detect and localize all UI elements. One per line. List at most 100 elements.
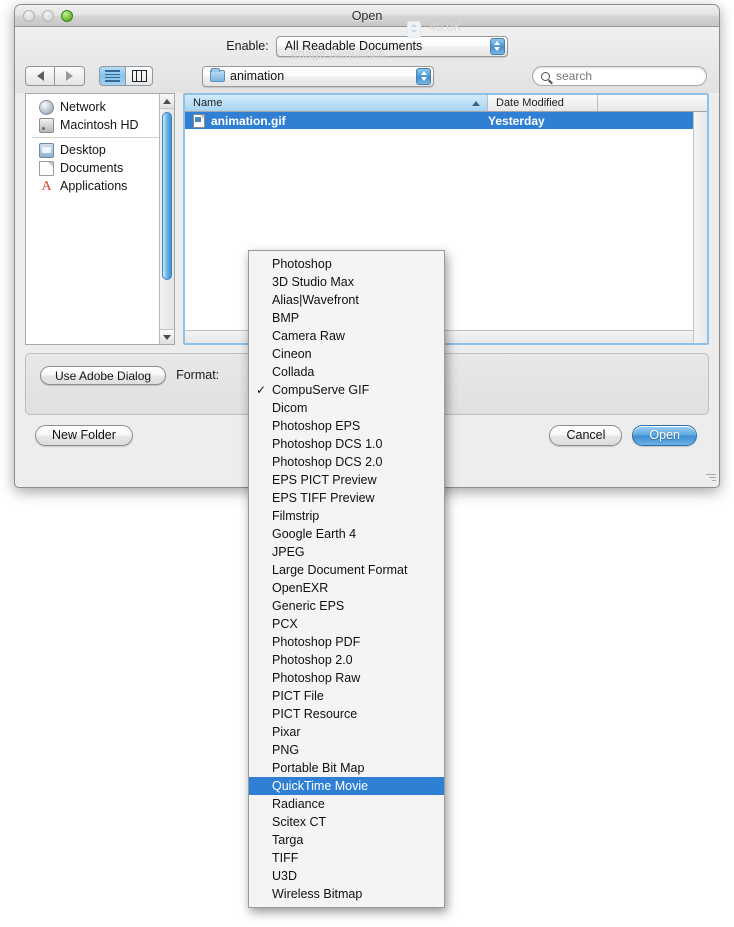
document-icon bbox=[39, 160, 54, 176]
path-popup-button[interactable]: animation bbox=[202, 65, 434, 87]
menu-item[interactable]: EPS TIFF Preview bbox=[249, 489, 444, 507]
menu-item[interactable]: Camera Raw bbox=[249, 327, 444, 345]
column-header-label: Date Modified bbox=[496, 97, 564, 109]
scroll-down-icon[interactable] bbox=[160, 329, 174, 344]
menu-item[interactable]: Radiance bbox=[249, 795, 444, 813]
format-dropdown-menu[interactable]: Photoshop 3D Studio Max Alias|Wavefront BMP… bbox=[248, 250, 445, 908]
menu-item[interactable]: Targa bbox=[249, 831, 444, 849]
menu-item[interactable]: Photoshop 2.0 bbox=[249, 651, 444, 669]
zoom-icon[interactable] bbox=[61, 10, 73, 22]
format-label: Format: bbox=[176, 368, 220, 382]
enable-label: Enable: bbox=[226, 39, 269, 53]
forward-button[interactable] bbox=[55, 66, 85, 86]
menu-item[interactable]: Photoshop bbox=[249, 255, 444, 273]
menu-item[interactable]: OpenEXR bbox=[249, 579, 444, 597]
menu-item[interactable]: Google Earth 4 bbox=[249, 525, 444, 543]
menu-item[interactable]: Photoshop PDF bbox=[249, 633, 444, 651]
chevron-updown-icon bbox=[416, 67, 431, 85]
menu-item[interactable]: PICT Resource bbox=[249, 705, 444, 723]
menu-item[interactable]: PCX bbox=[249, 615, 444, 633]
open-button[interactable]: Open bbox=[632, 425, 697, 446]
sidebar-item-label: Applications bbox=[60, 179, 128, 193]
sidebar-item-desktop[interactable]: Desktop bbox=[26, 141, 174, 159]
sidebar-scrollbar[interactable] bbox=[159, 94, 174, 344]
menu-item[interactable]: Cineon bbox=[249, 345, 444, 363]
resize-grip-icon[interactable] bbox=[703, 472, 716, 485]
menu-item[interactable]: PNG bbox=[249, 741, 444, 759]
new-folder-button[interactable]: New Folder bbox=[35, 425, 133, 446]
ghost-stepper-icon bbox=[407, 21, 421, 38]
screenshot-root: Open Enable: All Readable Documents anim… bbox=[0, 0, 734, 927]
menu-item[interactable]: CompuServe GIF bbox=[249, 381, 444, 399]
menu-item[interactable]: QuickTime Movie bbox=[249, 777, 444, 795]
network-globe-icon bbox=[39, 99, 54, 115]
search-field[interactable] bbox=[532, 66, 707, 86]
back-forward-segmented bbox=[25, 66, 85, 86]
column-header-name[interactable]: Name bbox=[185, 95, 488, 111]
navigation-row: animation bbox=[15, 63, 719, 89]
menu-item[interactable]: U3D bbox=[249, 867, 444, 885]
list-view-button[interactable] bbox=[99, 66, 126, 86]
scrollbar-thumb[interactable] bbox=[162, 112, 172, 280]
sidebar-item-network[interactable]: Network bbox=[26, 98, 174, 116]
menu-item[interactable]: Generic EPS bbox=[249, 597, 444, 615]
desktop-icon bbox=[39, 142, 54, 158]
scroll-up-icon[interactable] bbox=[160, 94, 174, 109]
menu-item[interactable]: Wireless Bitmap bbox=[249, 885, 444, 903]
places-sidebar[interactable]: Network Macintosh HD Desktop Documents A… bbox=[25, 93, 175, 345]
menu-item[interactable]: PICT File bbox=[249, 687, 444, 705]
menu-item[interactable]: Collada bbox=[249, 363, 444, 381]
menu-item[interactable]: Photoshop DCS 1.0 bbox=[249, 435, 444, 453]
column-header-date-modified[interactable]: Date Modified bbox=[488, 95, 598, 111]
column-view-button[interactable] bbox=[126, 66, 153, 86]
menu-item[interactable]: TIFF bbox=[249, 849, 444, 867]
sidebar-item-documents[interactable]: Documents bbox=[26, 159, 174, 177]
menu-item[interactable]: Large Document Format bbox=[249, 561, 444, 579]
file-name-label: animation.gif bbox=[211, 113, 286, 128]
folder-icon bbox=[210, 68, 225, 82]
menu-item[interactable]: Photoshop DCS 2.0 bbox=[249, 453, 444, 471]
sidebar-item-label: Documents bbox=[60, 161, 124, 175]
use-adobe-dialog-button[interactable]: Use Adobe Dialog bbox=[40, 366, 167, 385]
menu-item[interactable]: Portable Bit Map bbox=[249, 759, 444, 777]
menu-item[interactable]: Pixar bbox=[249, 723, 444, 741]
ghost-file-size: 40.0K bbox=[429, 20, 462, 34]
menu-item[interactable]: BMP bbox=[249, 309, 444, 327]
forward-arrow-icon bbox=[66, 71, 73, 81]
menu-item[interactable]: 3D Studio Max bbox=[249, 273, 444, 291]
menu-item[interactable]: Filmstrip bbox=[249, 507, 444, 525]
back-button[interactable] bbox=[25, 66, 55, 86]
menu-item[interactable]: Photoshop Raw bbox=[249, 669, 444, 687]
list-view-icon bbox=[105, 69, 120, 83]
menu-item[interactable]: Dicom bbox=[249, 399, 444, 417]
menu-item[interactable]: Photoshop EPS bbox=[249, 417, 444, 435]
menu-item[interactable]: JPEG bbox=[249, 543, 444, 561]
close-icon[interactable] bbox=[23, 10, 35, 22]
search-icon bbox=[541, 71, 550, 81]
file-list-header: Name Date Modified bbox=[185, 95, 707, 112]
applications-icon: A bbox=[41, 178, 52, 194]
column-view-icon bbox=[131, 70, 147, 82]
sidebar-item-applications[interactable]: A Applications bbox=[26, 177, 174, 195]
hard-disk-icon bbox=[39, 117, 54, 133]
back-arrow-icon bbox=[36, 71, 44, 81]
file-name-cell: animation.gif bbox=[185, 113, 488, 128]
sidebar-divider bbox=[32, 137, 168, 138]
view-mode-segmented bbox=[99, 66, 153, 86]
menu-item[interactable]: Scitex CT bbox=[249, 813, 444, 831]
menu-item[interactable]: EPS PICT Preview bbox=[249, 471, 444, 489]
menu-item[interactable]: Alias|Wavefront bbox=[249, 291, 444, 309]
gif-file-icon bbox=[193, 113, 205, 128]
sidebar-item-label: Network bbox=[60, 100, 106, 114]
minimize-icon[interactable] bbox=[42, 10, 54, 22]
file-date-cell: Yesterday bbox=[488, 113, 545, 128]
traffic-lights bbox=[23, 10, 73, 22]
column-header-spacer bbox=[598, 95, 707, 111]
table-row[interactable]: animation.gif Yesterday bbox=[185, 112, 707, 129]
sidebar-item-macintosh-hd[interactable]: Macintosh HD bbox=[26, 116, 174, 134]
cancel-button[interactable]: Cancel bbox=[549, 425, 623, 446]
file-list-vertical-scrollbar[interactable] bbox=[693, 112, 707, 343]
search-input[interactable] bbox=[554, 68, 684, 84]
sidebar-item-label: Macintosh HD bbox=[60, 118, 139, 132]
sidebar-item-label: Desktop bbox=[60, 143, 106, 157]
